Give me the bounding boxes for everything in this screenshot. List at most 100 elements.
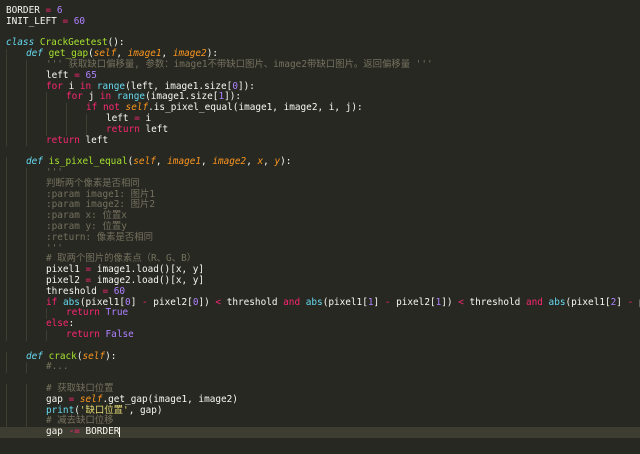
indent-guide bbox=[6, 92, 26, 104]
code-token: ''' bbox=[46, 167, 63, 178]
indent-guide bbox=[66, 103, 86, 114]
indent-guide bbox=[26, 211, 46, 222]
code-token: self bbox=[82, 350, 106, 362]
code-token: for bbox=[46, 80, 63, 92]
code-token: self bbox=[133, 156, 156, 168]
code-token: '缺口位置' bbox=[79, 404, 129, 416]
indent-guide bbox=[26, 405, 46, 417]
indent-guide bbox=[26, 124, 46, 136]
code-token: ]): bbox=[237, 80, 255, 92]
indent-guide bbox=[6, 168, 26, 179]
code-token: in bbox=[79, 80, 92, 92]
code-token: ): bbox=[280, 156, 292, 168]
code-token: (pixel1[ bbox=[565, 296, 611, 308]
code-token: ]) bbox=[441, 296, 459, 308]
code-line[interactable]: return left bbox=[0, 135, 108, 147]
code-token: :param image2: 图片2 bbox=[46, 199, 156, 211]
indent-guide bbox=[26, 92, 46, 104]
code-token: , bbox=[161, 48, 173, 60]
code-token: , bbox=[116, 48, 128, 60]
code-token: pixel2 bbox=[46, 275, 86, 286]
code-token: pixel2[ bbox=[147, 296, 193, 308]
code-token: image2.load()[x, y] bbox=[91, 275, 205, 286]
code-token: gap bbox=[46, 426, 69, 438]
code-token: crack bbox=[48, 350, 77, 362]
code-token: get_gap bbox=[48, 48, 89, 60]
indent-guide bbox=[26, 276, 46, 287]
indent-guide bbox=[6, 114, 26, 125]
code-token: ]) bbox=[198, 296, 216, 308]
code-line[interactable] bbox=[0, 146, 6, 157]
code-line[interactable]: if not self.is_pixel_equal(image1, image… bbox=[0, 102, 363, 114]
indent-guide bbox=[66, 114, 86, 125]
indent-guide bbox=[26, 103, 46, 114]
code-editor[interactable]: BORDER = 6 INIT_LEFT = 60 class CrackGeete… bbox=[0, 0, 640, 454]
code-line[interactable]: else: bbox=[0, 318, 74, 330]
indent-guide bbox=[6, 351, 26, 363]
indent-guide bbox=[6, 394, 26, 406]
code-token: 60 bbox=[113, 285, 126, 297]
indent-guide bbox=[6, 276, 26, 287]
code-line[interactable]: :return: 像素是否相同 bbox=[0, 232, 153, 244]
indent-guide bbox=[26, 286, 46, 298]
code-token: (): bbox=[107, 37, 125, 49]
code-token: ] bbox=[616, 296, 628, 308]
code-token: CrackGeetest bbox=[39, 37, 108, 49]
indent-guide bbox=[26, 319, 46, 330]
code-token: (pixel1[ bbox=[79, 296, 126, 308]
code-line[interactable]: def is_pixel_equal(self, image1, image2,… bbox=[0, 156, 292, 168]
indent-guide bbox=[6, 200, 26, 212]
indent-guide bbox=[26, 308, 46, 320]
code-line[interactable]: return False bbox=[0, 329, 134, 341]
indent-guide bbox=[26, 114, 46, 125]
code-token: if bbox=[46, 296, 58, 308]
code-token: False bbox=[105, 329, 134, 340]
code-token: image1 bbox=[167, 156, 202, 168]
code-token: BORDER bbox=[6, 5, 46, 16]
code-token: pixel2[ bbox=[390, 296, 436, 308]
code-token: for bbox=[66, 91, 83, 103]
code-token: abs bbox=[305, 296, 323, 308]
indent-guide bbox=[26, 427, 46, 438]
code-token: not bbox=[102, 102, 120, 114]
indent-guide bbox=[6, 178, 26, 190]
code-token: left bbox=[106, 113, 135, 124]
code-token: INIT_LEFT bbox=[6, 15, 63, 27]
indent-guide bbox=[6, 297, 26, 309]
code-line[interactable]: INIT_LEFT = 60 bbox=[0, 15, 85, 28]
indent-guide bbox=[6, 427, 26, 438]
code-line[interactable]: gap -= BORDER bbox=[0, 426, 640, 438]
code-token: True bbox=[105, 307, 129, 319]
indent-guide bbox=[6, 157, 26, 168]
code-token: pixel1 bbox=[46, 264, 86, 276]
code-token: ''' 获取缺口偏移量, 参数：image1不带缺口图片、image2带缺口图片… bbox=[46, 59, 433, 70]
code-token: :param x: 位置x bbox=[46, 210, 127, 222]
indent-guide bbox=[26, 384, 46, 395]
indent-guide bbox=[46, 103, 66, 114]
text-cursor bbox=[119, 427, 121, 438]
code-line[interactable] bbox=[0, 373, 6, 384]
indent-guide bbox=[6, 308, 26, 320]
code-token: ]): bbox=[224, 91, 242, 103]
code-token: return bbox=[106, 123, 140, 135]
indent-guide bbox=[26, 330, 46, 341]
indent-guide bbox=[26, 254, 46, 266]
code-token: abs bbox=[62, 296, 80, 308]
code-token: 判断两个像素是否相同 bbox=[46, 177, 140, 189]
code-line[interactable]: #... bbox=[0, 361, 69, 374]
code-token: (image1.size[ bbox=[145, 91, 219, 103]
indent-guide bbox=[6, 189, 26, 201]
code-line[interactable] bbox=[0, 341, 6, 352]
code-token: :param image1: 图片1 bbox=[46, 188, 156, 200]
code-token: image2 bbox=[172, 48, 207, 60]
code-token: else bbox=[46, 318, 69, 330]
indent-guide bbox=[26, 232, 46, 244]
code-token: threshold bbox=[46, 285, 103, 297]
indent-guide bbox=[26, 243, 46, 255]
indent-guide bbox=[6, 384, 26, 395]
indent-guide bbox=[6, 60, 26, 71]
code-token: self bbox=[79, 393, 103, 405]
indent-guide bbox=[6, 103, 26, 114]
indent-guide bbox=[26, 168, 46, 179]
code-token: ): bbox=[105, 350, 117, 362]
